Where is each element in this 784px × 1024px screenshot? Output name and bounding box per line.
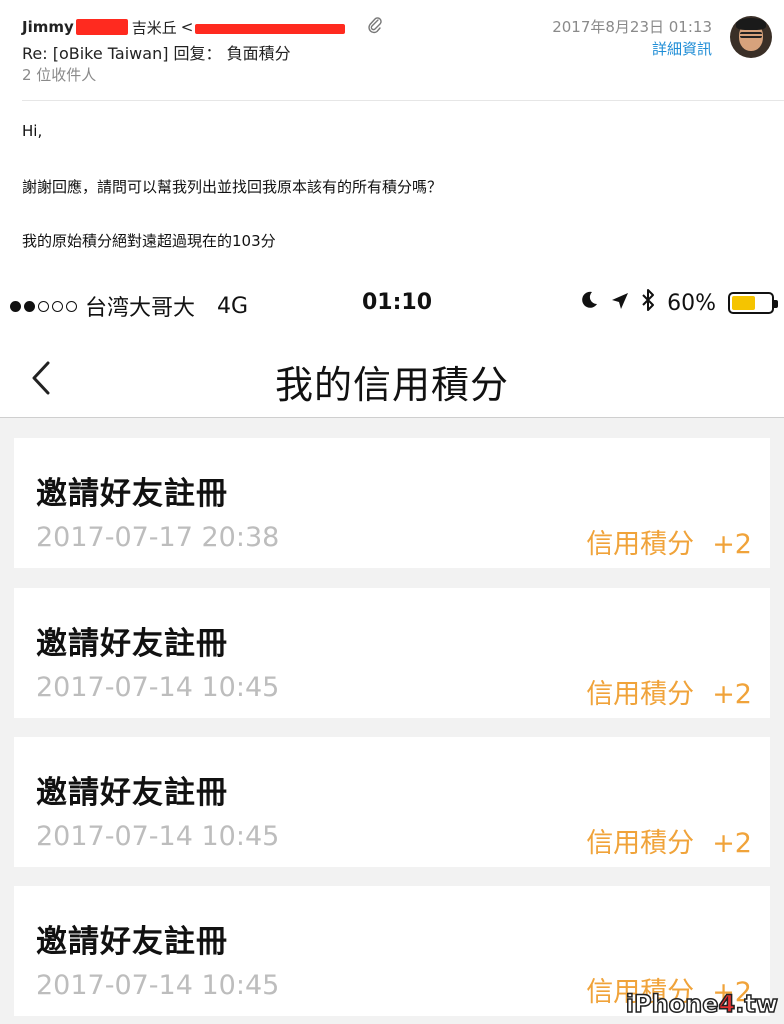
- avatar[interactable]: [730, 16, 772, 58]
- email-view: Jimmy 吉米丘 < 2017年8月23日 01:13 詳細資訊 Re: [o…: [0, 0, 784, 268]
- list-item[interactable]: 邀請好友註冊 2017-07-14 10:45 信用積分 +2: [14, 588, 770, 718]
- sender-chinese-name: 吉米丘: [131, 18, 177, 37]
- avatar-glasses: [740, 32, 762, 38]
- watermark-logo: iPhone4.tw: [625, 989, 779, 1019]
- email-header: Jimmy 吉米丘 < 2017年8月23日 01:13 詳細資訊 Re: [o…: [22, 14, 772, 102]
- paperclip-icon: [368, 16, 382, 34]
- watermark-suffix: .tw: [734, 989, 778, 1019]
- watermark-digit: 4: [718, 989, 736, 1019]
- sender-email-bracket: <: [180, 18, 194, 36]
- points-value: +2: [712, 529, 752, 560]
- item-points: 信用積分 +2: [586, 821, 752, 860]
- item-timestamp: 2017-07-14 10:45: [36, 970, 280, 1001]
- signal-dot: [52, 300, 63, 312]
- item-title: 邀請好友註冊: [36, 626, 228, 662]
- battery-nub: [774, 300, 778, 308]
- signal-dot: [66, 300, 77, 312]
- item-points: 信用積分 +2: [586, 522, 752, 561]
- item-timestamp: 2017-07-17 20:38: [36, 522, 280, 553]
- signal-dot: [24, 300, 35, 312]
- points-label: 信用積分: [586, 529, 695, 560]
- watermark-prefix: iPhone: [625, 989, 719, 1019]
- points-label: 信用積分: [586, 828, 695, 859]
- item-title: 邀請好友註冊: [36, 924, 228, 960]
- item-title: 邀請好友註冊: [36, 476, 228, 512]
- signal-dot: [38, 300, 49, 312]
- navigation-bar: 我的信用積分: [0, 340, 784, 418]
- network-type: 4G: [217, 293, 249, 319]
- points-value: +2: [712, 679, 752, 710]
- email-date: 2017年8月23日 01:13: [552, 18, 712, 36]
- moon-icon: [579, 290, 599, 316]
- status-left: 台湾大哥大 4G: [10, 290, 248, 322]
- points-value: +2: [712, 828, 752, 859]
- status-right: 60%: [579, 288, 778, 318]
- status-time: 01:10: [362, 290, 433, 315]
- battery-icon: [728, 292, 778, 314]
- list-item[interactable]: 邀請好友註冊 2017-07-17 20:38 信用積分 +2: [14, 438, 770, 568]
- carrier-name: 台湾大哥大: [85, 296, 196, 321]
- email-body-line: 謝謝回應，請問可以幫我列出並找回我原本該有的所有積分嗎？: [22, 178, 443, 196]
- email-subject: Re: [oBike Taiwan] 回复： 負面積分: [22, 44, 291, 63]
- sender-row[interactable]: Jimmy 吉米丘 <: [22, 16, 346, 38]
- list-item[interactable]: 邀請好友註冊 2017-07-14 10:45 信用積分 +2: [14, 737, 770, 867]
- page-title: 我的信用積分: [274, 363, 509, 407]
- details-link[interactable]: 詳細資訊: [652, 38, 712, 59]
- item-timestamp: 2017-07-14 10:45: [36, 821, 280, 852]
- points-label: 信用積分: [586, 679, 695, 710]
- item-timestamp: 2017-07-14 10:45: [36, 672, 280, 703]
- avatar-hair: [736, 18, 766, 30]
- redaction-mark: [75, 19, 128, 35]
- redaction-mark: [195, 24, 346, 34]
- item-points: 信用積分 +2: [586, 672, 752, 711]
- item-title: 邀請好友註冊: [36, 775, 228, 811]
- battery-percent: 60%: [667, 290, 716, 316]
- divider: [22, 100, 784, 101]
- sender-name: Jimmy: [22, 18, 74, 36]
- recipients-count[interactable]: 2 位收件人: [22, 64, 96, 85]
- bluetooth-icon: [641, 288, 655, 318]
- email-greeting: Hi,: [22, 122, 43, 140]
- location-arrow-icon: [611, 291, 629, 316]
- signal-dot: [10, 300, 21, 312]
- status-bar: 台湾大哥大 4G 01:10 60%: [0, 268, 784, 340]
- signal-strength-icon: [10, 300, 77, 312]
- battery-level: [732, 296, 755, 310]
- email-body-line: 我的原始積分絕對遠超過現在的103分: [22, 232, 276, 250]
- phone-screenshot: 台湾大哥大 4G 01:10 60% 我的信用積分 邀請好友註冊 2017-07…: [0, 268, 784, 1024]
